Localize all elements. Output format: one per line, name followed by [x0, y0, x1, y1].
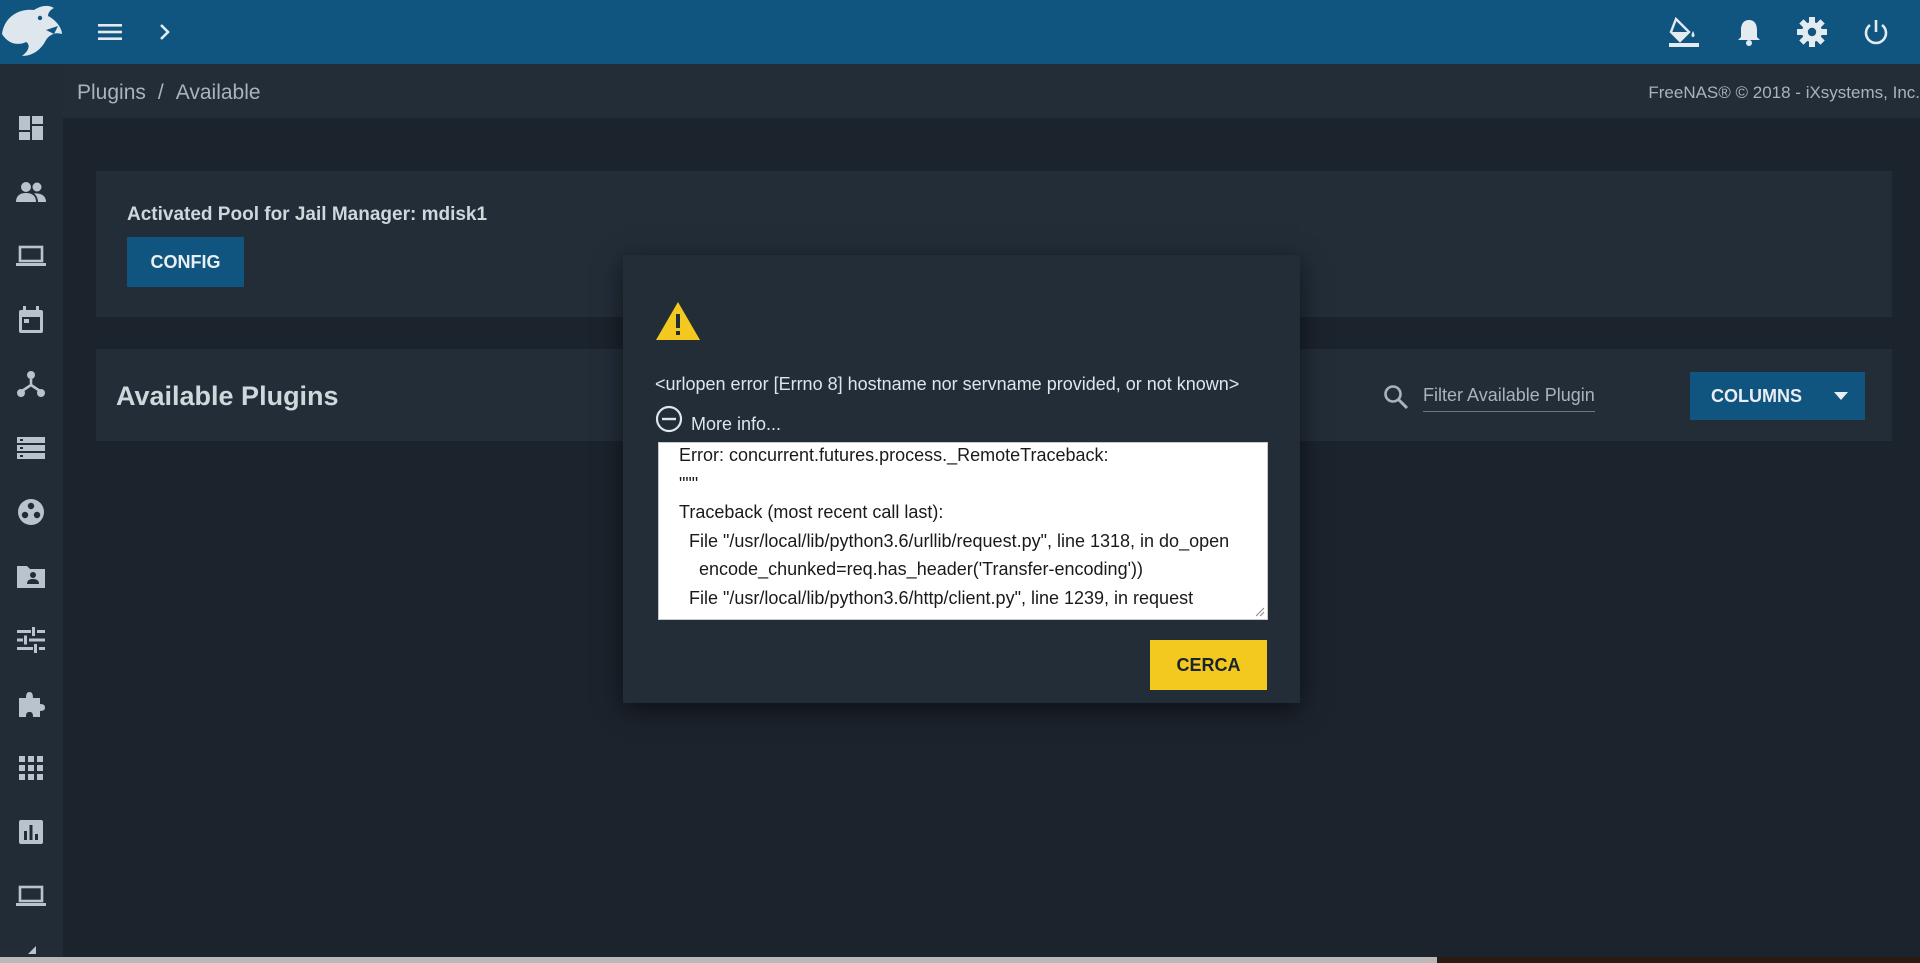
power-icon[interactable]: [1858, 14, 1894, 50]
bell-icon[interactable]: [1731, 14, 1767, 50]
network-icon[interactable]: [12, 365, 50, 403]
reporting-icon[interactable]: [12, 813, 50, 851]
jail-pool-title: Activated Pool for Jail Manager: mdisk1: [127, 204, 488, 225]
available-plugins-title: Available Plugins: [116, 381, 339, 411]
resize-grip-icon[interactable]: [1255, 607, 1265, 617]
storage-icon[interactable]: [12, 429, 50, 467]
caret-down-icon: [1834, 392, 1848, 400]
breadcrumb-separator: /: [157, 81, 164, 104]
plugins-icon[interactable]: [12, 685, 50, 723]
directory-services-icon[interactable]: [12, 493, 50, 531]
accounts-icon[interactable]: [12, 173, 50, 211]
services-icon[interactable]: [12, 621, 50, 659]
gear-icon[interactable]: [1794, 14, 1830, 50]
columns-label: COLUMNS: [1711, 385, 1802, 406]
collapse-circle-icon: [655, 405, 683, 432]
breadcrumb-plugins[interactable]: Plugins: [77, 81, 146, 104]
system-icon[interactable]: [12, 237, 50, 275]
virtual-machines-icon[interactable]: [12, 877, 50, 915]
traceback-textarea[interactable]: Error: concurrent.futures.process._Remot…: [658, 442, 1268, 620]
chevron-right-icon[interactable]: [146, 14, 182, 50]
dashboard-icon[interactable]: [12, 109, 50, 147]
theme-icon[interactable]: [1666, 14, 1702, 50]
search-icon: [1382, 383, 1410, 411]
columns-button[interactable]: COLUMNS: [1690, 372, 1865, 420]
jails-icon[interactable]: [12, 749, 50, 787]
window-bottom-edge-dark: [1437, 957, 1920, 963]
error-dialog: <urlopen error [Errno 8] hostname nor se…: [623, 255, 1300, 703]
config-button[interactable]: CONFIG: [127, 237, 244, 287]
breadcrumb-available[interactable]: Available: [176, 81, 261, 104]
close-dialog-button[interactable]: CERCA: [1150, 640, 1267, 690]
more-info-toggle[interactable]: More info...: [655, 402, 781, 435]
menu-icon[interactable]: [92, 14, 128, 50]
window-bottom-edge: [0, 957, 1920, 963]
breadcrumb-bar: Plugins / Available FreeNAS® © 2018 - iXsy…: [63, 64, 1920, 118]
traceback-text: Error: concurrent.futures.process._Remot…: [679, 445, 1230, 608]
filter-plugins-input[interactable]: [1423, 379, 1595, 412]
copyright-text: FreeNAS® © 2018 - iXsystems, Inc.: [1648, 83, 1920, 102]
error-message: <urlopen error [Errno 8] hostname nor se…: [655, 374, 1240, 394]
breadcrumb: Plugins / Available: [77, 81, 261, 105]
tasks-icon[interactable]: [12, 301, 50, 339]
more-info-label: More info...: [691, 414, 782, 434]
sharing-icon[interactable]: [12, 557, 50, 595]
top-bar: [0, 0, 1920, 64]
scroll-indicator: [28, 946, 36, 954]
freenas-logo[interactable]: [0, 4, 64, 60]
sidebar: [0, 64, 64, 963]
warning-icon: [655, 300, 701, 342]
